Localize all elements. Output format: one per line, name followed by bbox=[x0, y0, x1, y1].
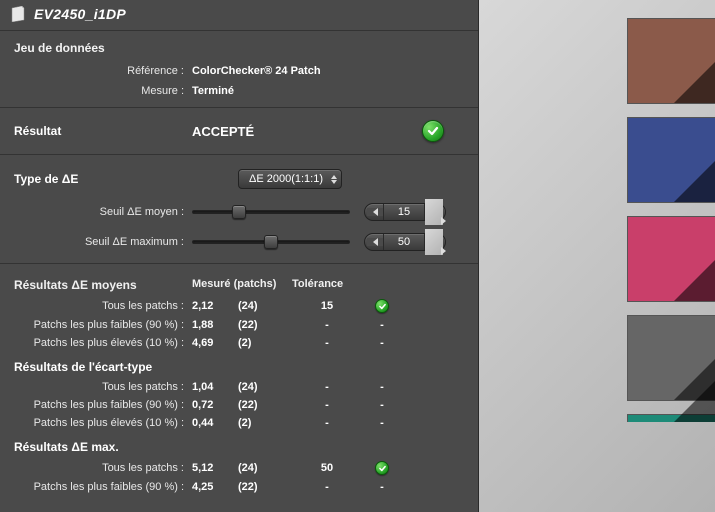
stepper-increment[interactable] bbox=[425, 199, 443, 225]
reference-value: ColorChecker® 24 Patch bbox=[192, 65, 321, 77]
group-title: Résultats ΔE moyens bbox=[14, 278, 192, 292]
row-status: - bbox=[362, 417, 402, 429]
measure-value: Terminé bbox=[192, 85, 234, 97]
table-row: Patchs les plus faibles (90 %) :0,72(22)… bbox=[14, 396, 464, 414]
row-count: (22) bbox=[238, 481, 292, 493]
divider bbox=[0, 107, 478, 108]
row-count: (24) bbox=[238, 300, 292, 312]
table-row: Patchs les plus faibles (90 %) :1,88(22)… bbox=[14, 316, 464, 334]
swatch-pink[interactable] bbox=[627, 216, 715, 302]
deltae-type-row: Type de ΔE ΔE 2000(1:1:1) bbox=[0, 161, 478, 197]
row-measured: 2,12 bbox=[192, 300, 238, 312]
row-status: - bbox=[362, 319, 402, 331]
row-count: (24) bbox=[238, 462, 292, 474]
row-count: (24) bbox=[238, 381, 292, 393]
row-label: Patchs les plus faibles (90 %) : bbox=[14, 481, 192, 493]
row-label: Patchs les plus faibles (90 %) : bbox=[14, 399, 192, 411]
row-measured: 1,04 bbox=[192, 381, 238, 393]
col-tolerance: Tolérance bbox=[292, 278, 382, 292]
divider bbox=[0, 154, 478, 155]
row-measured: 0,44 bbox=[192, 417, 238, 429]
row-status: - bbox=[362, 381, 402, 393]
max-threshold-slider[interactable] bbox=[192, 235, 350, 249]
group-title: Résultats ΔE max. bbox=[14, 432, 464, 458]
dropdown-arrows-icon bbox=[331, 175, 337, 184]
row-status: - bbox=[362, 399, 402, 411]
row-tolerance: 50 bbox=[292, 462, 362, 474]
check-icon bbox=[422, 120, 444, 142]
row-count: (22) bbox=[238, 399, 292, 411]
table-row: Tous les patchs :1,04(24)-- bbox=[14, 378, 464, 396]
group-title: Résultats de l'écart-type bbox=[14, 352, 464, 378]
row-label: Tous les patchs : bbox=[14, 300, 192, 312]
row-count: (2) bbox=[238, 417, 292, 429]
row-tolerance: - bbox=[292, 399, 362, 411]
row-status: - bbox=[362, 337, 402, 349]
row-status bbox=[362, 299, 402, 313]
row-tolerance: - bbox=[292, 381, 362, 393]
row-measured: 5,12 bbox=[192, 462, 238, 474]
row-count: (2) bbox=[238, 337, 292, 349]
measure-label: Mesure : bbox=[14, 85, 192, 97]
result-value: ACCEPTÉ bbox=[192, 124, 422, 139]
avg-threshold-label: Seuil ΔE moyen : bbox=[14, 206, 192, 218]
row-tolerance: - bbox=[292, 481, 362, 493]
avg-threshold-row: Seuil ΔE moyen : 15 bbox=[0, 197, 478, 227]
reference-row: Référence : ColorChecker® 24 Patch bbox=[0, 61, 478, 81]
row-measured: 1,88 bbox=[192, 319, 238, 331]
row-measured: 0,72 bbox=[192, 399, 238, 411]
table-row: Patchs les plus faibles (90 %) :4,25(22)… bbox=[14, 478, 464, 496]
table-row: Patchs les plus élevés (10 %) :4,69(2)-- bbox=[14, 334, 464, 352]
row-status: - bbox=[362, 481, 402, 493]
stepper-increment[interactable] bbox=[425, 229, 443, 255]
swatch-teal[interactable] bbox=[627, 414, 715, 422]
results-table: Résultats ΔE moyensMesuré (patchs)Toléra… bbox=[0, 270, 478, 496]
max-threshold-stepper[interactable]: 50 bbox=[364, 233, 446, 251]
avg-threshold-slider[interactable] bbox=[192, 205, 350, 219]
deltae-type-label: Type de ΔE bbox=[14, 172, 192, 186]
table-row: Tous les patchs :2,12(24)15 bbox=[14, 296, 464, 316]
row-tolerance: - bbox=[292, 337, 362, 349]
row-label: Tous les patchs : bbox=[14, 381, 192, 393]
row-measured: 4,25 bbox=[192, 481, 238, 493]
deltae-type-selected: ΔE 2000(1:1:1) bbox=[249, 173, 323, 185]
row-status bbox=[362, 461, 402, 475]
check-icon bbox=[375, 461, 389, 475]
check-icon bbox=[375, 299, 389, 313]
stepper-decrement[interactable] bbox=[367, 208, 383, 216]
result-row: Résultat ACCEPTÉ bbox=[0, 114, 478, 148]
avg-threshold-value: 15 bbox=[383, 204, 425, 220]
row-tolerance: 15 bbox=[292, 300, 362, 312]
row-label: Patchs les plus faibles (90 %) : bbox=[14, 319, 192, 331]
max-threshold-value: 50 bbox=[383, 234, 425, 250]
max-threshold-row: Seuil ΔE maximum : 50 bbox=[0, 227, 478, 257]
table-row: Patchs les plus élevés (10 %) :0,44(2)-- bbox=[14, 414, 464, 432]
titlebar: EV2450_i1DP bbox=[0, 0, 478, 31]
swatch-panel bbox=[479, 0, 715, 512]
row-label: Tous les patchs : bbox=[14, 462, 192, 474]
profile-title: EV2450_i1DP bbox=[34, 6, 126, 22]
document-icon bbox=[10, 6, 28, 22]
row-count: (22) bbox=[238, 319, 292, 331]
row-label: Patchs les plus élevés (10 %) : bbox=[14, 337, 192, 349]
reference-label: Référence : bbox=[14, 65, 192, 77]
dataset-heading: Jeu de données bbox=[0, 31, 478, 61]
row-label: Patchs les plus élevés (10 %) : bbox=[14, 417, 192, 429]
result-label: Résultat bbox=[14, 124, 192, 138]
result-badge bbox=[422, 120, 444, 142]
swatch-blue[interactable] bbox=[627, 117, 715, 203]
row-tolerance: - bbox=[292, 417, 362, 429]
avg-threshold-stepper[interactable]: 15 bbox=[364, 203, 446, 221]
max-threshold-label: Seuil ΔE maximum : bbox=[14, 236, 192, 248]
col-measured: Mesuré (patchs) bbox=[192, 278, 292, 292]
swatch-brown[interactable] bbox=[627, 18, 715, 104]
deltae-type-dropdown[interactable]: ΔE 2000(1:1:1) bbox=[238, 169, 342, 189]
row-measured: 4,69 bbox=[192, 337, 238, 349]
divider bbox=[0, 263, 478, 264]
measure-row: Mesure : Terminé bbox=[0, 81, 478, 101]
stepper-decrement[interactable] bbox=[367, 238, 383, 246]
row-tolerance: - bbox=[292, 319, 362, 331]
table-row: Tous les patchs :5,12(24)50 bbox=[14, 458, 464, 478]
